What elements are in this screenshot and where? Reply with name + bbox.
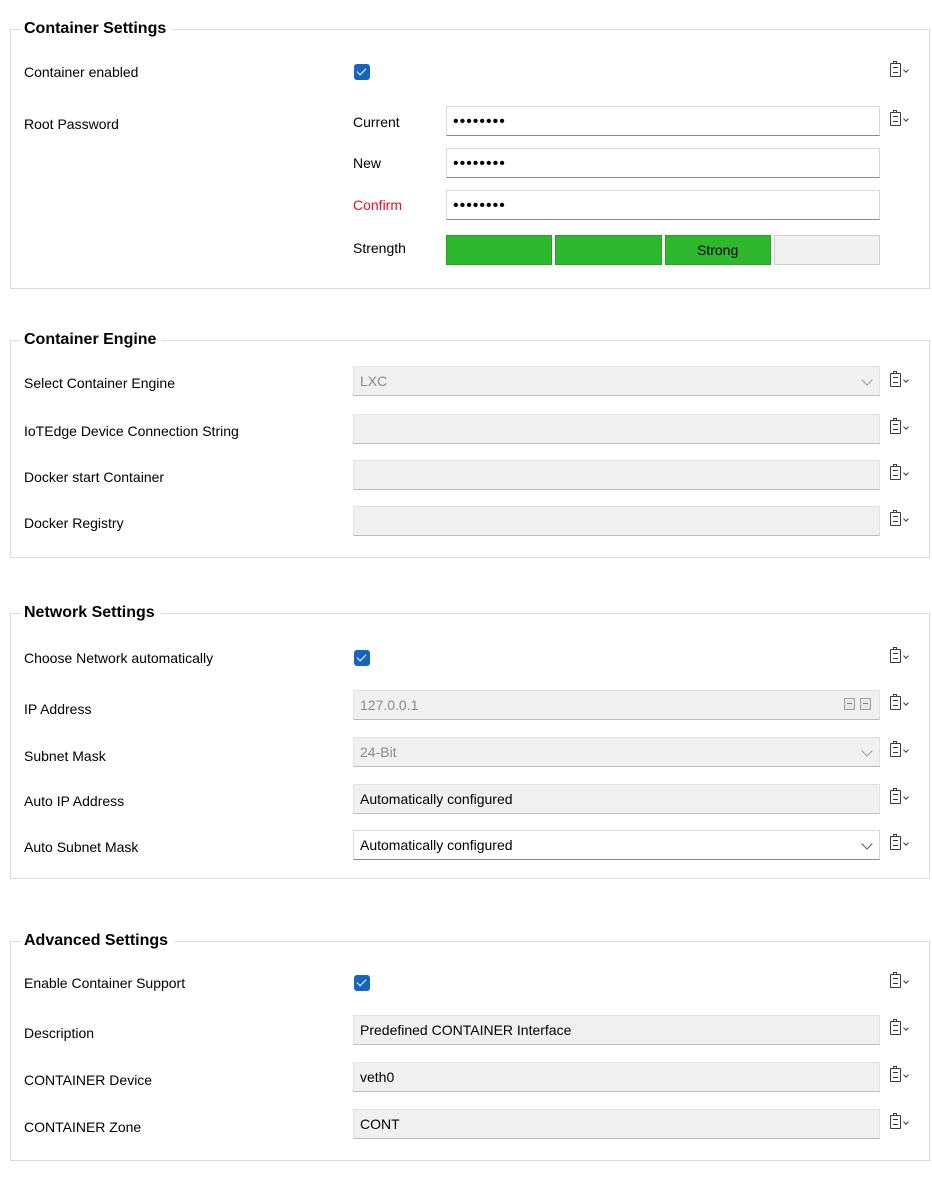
container-settings-group: Container Settings Container enabled Roo…: [10, 19, 930, 289]
container-zone-label: CONTAINER Zone: [24, 1119, 142, 1135]
chevron-down-icon: [861, 838, 873, 850]
strength-segment-3: Strong: [664, 235, 771, 265]
auto-ip-label: Auto IP Address: [24, 793, 125, 809]
description-input[interactable]: Predefined CONTAINER Interface: [353, 1015, 880, 1045]
root-password-label: Root Password: [24, 116, 119, 132]
current-password-value: ••••••••: [453, 113, 506, 130]
choose-network-auto-checkbox[interactable]: [354, 650, 370, 666]
clipboard-dropdown-icon[interactable]: [888, 788, 910, 808]
clipboard-dropdown-icon[interactable]: [888, 464, 910, 484]
strength-segment-4: [773, 235, 880, 265]
confirm-password-value: ••••••••: [453, 197, 506, 214]
clipboard-dropdown-icon[interactable]: [888, 694, 910, 714]
strength-segment-1: [446, 235, 553, 265]
container-device-value: veth0: [360, 1069, 395, 1085]
confirm-password-input[interactable]: ••••••••: [446, 190, 880, 220]
container-enabled-label: Container enabled: [24, 64, 139, 80]
docker-start-label: Docker start Container: [24, 469, 165, 485]
advanced-settings-group: Advanced Settings Enable Container Suppo…: [10, 931, 930, 1161]
clipboard-dropdown-icon[interactable]: [888, 647, 910, 667]
password-strength-meter: Strong: [446, 235, 880, 265]
clipboard-dropdown-icon[interactable]: [888, 1113, 910, 1133]
auto-subnet-value: Automatically configured: [360, 837, 513, 853]
new-password-input[interactable]: ••••••••: [446, 148, 880, 178]
clipboard-dropdown-icon[interactable]: [888, 61, 910, 81]
clipboard-dropdown-icon[interactable]: [888, 741, 910, 761]
network-settings-title: Network Settings: [21, 603, 161, 623]
select-engine-dropdown[interactable]: LXC: [353, 366, 880, 396]
strength-segment-2: [555, 235, 662, 265]
subnet-mask-label: Subnet Mask: [24, 748, 106, 764]
clipboard-dropdown-icon[interactable]: [888, 1019, 910, 1039]
description-label: Description: [24, 1025, 95, 1041]
iotedge-label: IoTEdge Device Connection String: [24, 423, 239, 439]
choose-network-auto-label: Choose Network automatically: [24, 650, 214, 666]
subnet-mask-value: 24-Bit: [360, 744, 397, 760]
auto-ip-input[interactable]: Automatically configured: [353, 784, 880, 814]
container-zone-input[interactable]: CONT: [353, 1109, 880, 1139]
clipboard-dropdown-icon[interactable]: [888, 371, 910, 391]
container-enabled-checkbox[interactable]: [354, 64, 370, 80]
confirm-password-label: Confirm: [353, 197, 403, 213]
network-settings-group: Network Settings Choose Network automati…: [10, 603, 930, 879]
docker-registry-input[interactable]: [353, 506, 880, 536]
ip-address-input[interactable]: 127.0.0.1: [353, 690, 880, 720]
container-device-input[interactable]: veth0: [353, 1062, 880, 1092]
enable-container-support-label: Enable Container Support: [24, 975, 186, 991]
advanced-settings-title: Advanced Settings: [21, 931, 175, 951]
container-zone-value: CONT: [360, 1116, 400, 1132]
clipboard-dropdown-icon[interactable]: [888, 972, 910, 992]
docker-start-input[interactable]: [353, 460, 880, 490]
clipboard-dropdown-icon[interactable]: [888, 510, 910, 530]
select-engine-value: LXC: [360, 373, 388, 389]
iotedge-input[interactable]: [353, 414, 880, 444]
subnet-mask-dropdown[interactable]: 24-Bit: [353, 737, 880, 767]
clipboard-dropdown-icon[interactable]: [888, 418, 910, 438]
new-password-label: New: [353, 155, 382, 171]
ip-copy-icon[interactable]: [844, 698, 855, 710]
container-engine-group: Container Engine Select Container Engine…: [10, 330, 930, 558]
auto-subnet-label: Auto Subnet Mask: [24, 839, 139, 855]
current-password-label: Current: [353, 114, 400, 130]
docker-registry-label: Docker Registry: [24, 515, 124, 531]
container-device-label: CONTAINER Device: [24, 1072, 153, 1088]
clipboard-dropdown-icon[interactable]: [888, 1066, 910, 1086]
new-password-value: ••••••••: [453, 155, 506, 172]
container-engine-title: Container Engine: [21, 330, 163, 350]
auto-subnet-dropdown[interactable]: Automatically configured: [353, 830, 880, 860]
select-engine-label: Select Container Engine: [24, 375, 175, 391]
clipboard-dropdown-icon[interactable]: [888, 834, 910, 854]
description-value: Predefined CONTAINER Interface: [360, 1022, 572, 1038]
ip-address-value: 127.0.0.1: [360, 697, 419, 713]
strength-label: Strength: [353, 240, 406, 256]
current-password-input[interactable]: ••••••••: [446, 106, 880, 136]
ip-remove-icon[interactable]: [860, 698, 871, 710]
chevron-down-icon: [861, 745, 873, 757]
auto-ip-value: Automatically configured: [360, 791, 513, 807]
ip-address-label: IP Address: [24, 701, 92, 717]
chevron-down-icon: [861, 374, 873, 386]
container-settings-title: Container Settings: [21, 19, 173, 39]
clipboard-dropdown-icon[interactable]: [888, 110, 910, 130]
enable-container-support-checkbox[interactable]: [354, 975, 370, 991]
